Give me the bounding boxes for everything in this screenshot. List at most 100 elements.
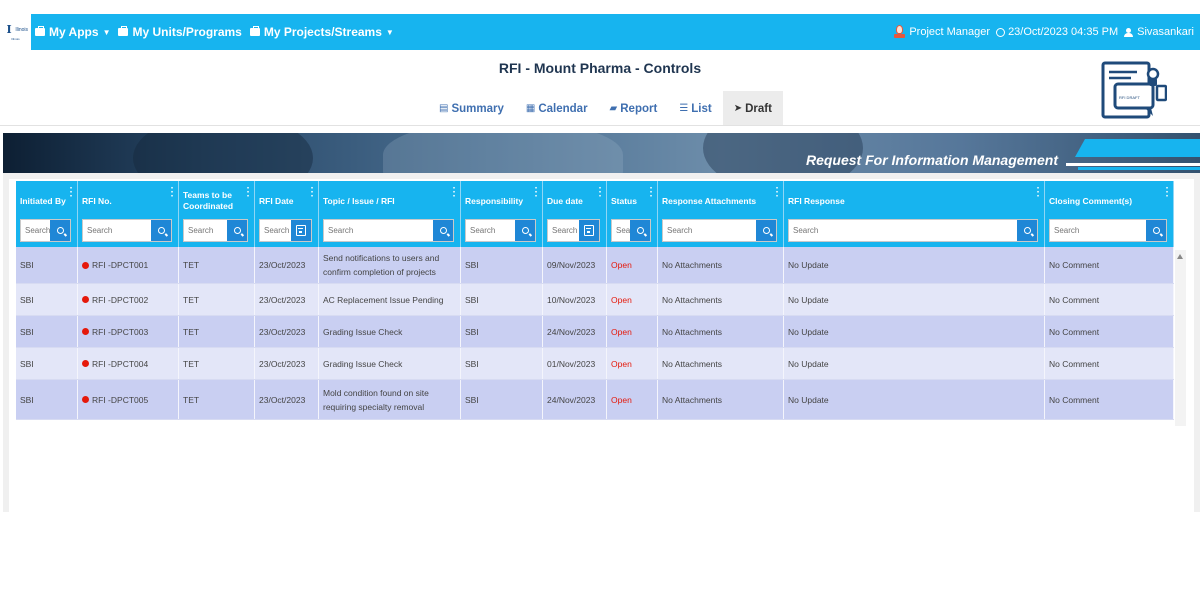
- status-dot-icon: [82, 360, 89, 367]
- column-header[interactable]: RFI Response · · ·: [784, 181, 1045, 247]
- table-scrollbar[interactable]: [1175, 250, 1186, 426]
- table-cell: Send notifications to users and confirm …: [319, 247, 461, 283]
- table-row[interactable]: SBI RFI -DPCT004 TET 23/Oct/2023 Grading Iss…: [16, 348, 1174, 380]
- table-cell: SBI: [16, 380, 78, 419]
- rfi-number-link[interactable]: RFI -DPCT005: [78, 380, 179, 419]
- table-row[interactable]: SBI RFI -DPCT001 TET 23/Oct/2023 Send notifi…: [16, 247, 1174, 284]
- table-cell: TET: [179, 316, 255, 347]
- column-menu-icon[interactable]: · · ·: [311, 184, 314, 202]
- column-filter: [183, 219, 248, 242]
- search-button[interactable]: [515, 220, 535, 241]
- column-header[interactable]: Status · · ·: [607, 181, 658, 247]
- cell-text: No Update: [788, 394, 829, 405]
- table-cell: TET: [179, 247, 255, 283]
- nav-my-apps[interactable]: My Apps ▼: [35, 25, 110, 39]
- column-menu-icon[interactable]: · · ·: [776, 184, 779, 202]
- paper-plane-icon: ➤: [733, 103, 743, 114]
- rfi-number-link[interactable]: RFI -DPCT002: [78, 284, 179, 315]
- search-button[interactable]: [630, 220, 650, 241]
- search-button[interactable]: [1146, 220, 1166, 241]
- column-header[interactable]: RFI No. · · ·: [78, 181, 179, 247]
- column-header-label: Due date: [547, 195, 583, 206]
- column-header[interactable]: Initiated By · · ·: [16, 181, 78, 247]
- column-search-input[interactable]: [612, 220, 630, 241]
- nav-my-units[interactable]: My Units/Programs: [118, 25, 242, 39]
- table-row[interactable]: SBI RFI -DPCT005 TET 23/Oct/2023 Mold condit…: [16, 380, 1174, 420]
- column-menu-icon[interactable]: · · ·: [1037, 184, 1040, 202]
- cell-text: TET: [183, 358, 200, 369]
- rfi-number-link[interactable]: RFI -DPCT003: [78, 316, 179, 347]
- column-header[interactable]: Teams to be Coordinated · · ·: [179, 181, 255, 247]
- column-search-input[interactable]: [466, 220, 515, 241]
- logo-text: Illinois: [11, 36, 20, 41]
- column-header[interactable]: Response Attachments · · ·: [658, 181, 784, 247]
- table-cell: AC Replacement Issue Pending: [319, 284, 461, 315]
- cell-text: 24/Nov/2023: [547, 394, 596, 405]
- column-menu-icon[interactable]: · · ·: [171, 184, 174, 202]
- column-search-input[interactable]: [324, 220, 433, 241]
- view-tabs: ▤ Summary ▦ Calendar ▰ Report ☰ List ➤ D…: [428, 91, 783, 126]
- tab-list[interactable]: ☰ List: [668, 91, 722, 126]
- search-button[interactable]: [1017, 220, 1037, 241]
- tab-calendar[interactable]: ▦ Calendar: [515, 91, 599, 126]
- column-header[interactable]: Due date · · ·: [543, 181, 607, 247]
- column-header[interactable]: Responsibility · · ·: [461, 181, 543, 247]
- nav-my-projects[interactable]: My Projects/Streams ▼: [249, 25, 394, 39]
- search-icon: [439, 227, 447, 234]
- date-picker-button[interactable]: [579, 220, 599, 241]
- column-search-input[interactable]: [789, 220, 1017, 241]
- column-search-input[interactable]: [184, 220, 227, 241]
- tab-summary[interactable]: ▤ Summary: [428, 91, 515, 126]
- role-indicator[interactable]: Project Manager: [894, 25, 990, 39]
- tab-report[interactable]: ▰ Report: [599, 91, 669, 126]
- rfi-table: Initiated By···RFI No.···Teams to be Coo…: [16, 181, 1174, 420]
- column-menu-icon[interactable]: · · ·: [70, 184, 73, 202]
- manager-badge-icon: [894, 25, 906, 39]
- rfi-number-link[interactable]: RFI -DPCT004: [78, 348, 179, 379]
- cell-text: SBI: [20, 394, 34, 405]
- column-header-label: Initiated By: [20, 195, 66, 206]
- table-cell: SBI: [16, 284, 78, 315]
- column-menu-icon[interactable]: · · ·: [247, 184, 250, 202]
- app-logo[interactable]: Illinois Illinois: [0, 14, 31, 50]
- column-menu-icon[interactable]: · · ·: [535, 184, 538, 202]
- table-cell: SBI: [461, 284, 543, 315]
- tab-draft[interactable]: ➤ Draft: [722, 91, 783, 126]
- user-menu[interactable]: Sivasankari: [1124, 26, 1194, 38]
- column-menu-icon[interactable]: · · ·: [453, 184, 456, 202]
- column-header[interactable]: Closing Comment(s) · · ·: [1045, 181, 1174, 247]
- column-search-input[interactable]: [260, 220, 291, 241]
- table-cell: SBI: [461, 316, 543, 347]
- rfi-number-link[interactable]: RFI -DPCT001: [78, 247, 179, 283]
- cell-text: SBI: [465, 294, 479, 305]
- column-search-input[interactable]: [83, 220, 151, 241]
- table-cell: No Attachments: [658, 316, 784, 347]
- column-header[interactable]: Topic / Issue / RFI · · ·: [319, 181, 461, 247]
- search-button[interactable]: [756, 220, 776, 241]
- column-search-input[interactable]: [21, 220, 50, 241]
- logo-icon: Illinois: [6, 22, 29, 36]
- search-button[interactable]: [151, 220, 171, 241]
- column-header[interactable]: RFI Date · · ·: [255, 181, 319, 247]
- column-search-input[interactable]: [548, 220, 579, 241]
- table-cell: 10/Nov/2023: [543, 284, 607, 315]
- column-search-input[interactable]: [1050, 220, 1146, 241]
- user-icon: [1124, 27, 1134, 37]
- table-row[interactable]: SBI RFI -DPCT003 TET 23/Oct/2023 Grading Iss…: [16, 316, 1174, 348]
- column-menu-icon[interactable]: · · ·: [1166, 184, 1169, 202]
- column-search-input[interactable]: [663, 220, 756, 241]
- top-navbar: Illinois Illinois My Apps ▼ My Units/Pro…: [0, 14, 1200, 50]
- search-button[interactable]: [50, 220, 70, 241]
- scroll-up-icon[interactable]: [1177, 254, 1183, 259]
- cell-text: 23/Oct/2023: [259, 326, 306, 337]
- column-menu-icon[interactable]: · · ·: [650, 184, 653, 202]
- search-icon: [56, 227, 64, 234]
- column-menu-icon[interactable]: · · ·: [599, 184, 602, 202]
- table-cell: SBI: [461, 247, 543, 283]
- table-row[interactable]: SBI RFI -DPCT002 TET 23/Oct/2023 AC Replacem…: [16, 284, 1174, 316]
- search-button[interactable]: [227, 220, 247, 241]
- page-banner: Request For Information Management: [3, 133, 1200, 173]
- date-picker-button[interactable]: [291, 220, 311, 241]
- search-icon: [1152, 227, 1160, 234]
- search-button[interactable]: [433, 220, 453, 241]
